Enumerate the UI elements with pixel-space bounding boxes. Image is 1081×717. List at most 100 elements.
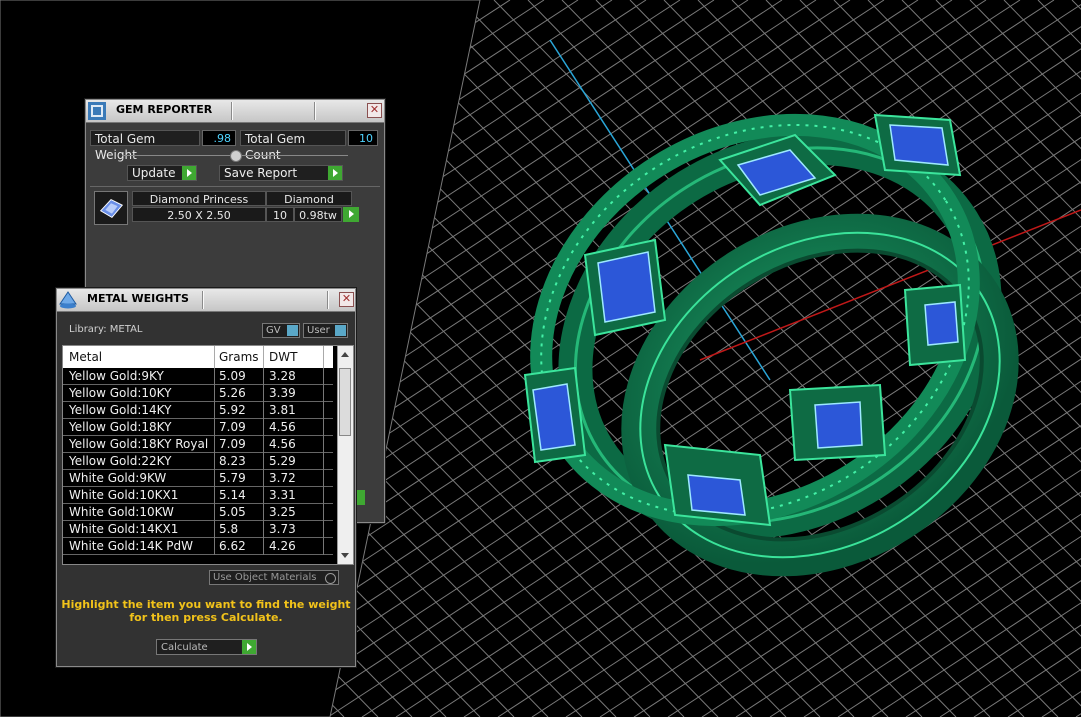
radio-icon [325,573,336,584]
gem-material-cell: Diamond [266,191,352,206]
gem-setting[interactable] [663,443,772,527]
grams-cell: 6.62 [219,539,246,553]
gem-setting[interactable] [788,383,887,462]
total-gem-weight-label: Total Gem Weight [90,130,200,162]
calculate-button[interactable]: Calculate [156,639,257,655]
grams-cell: 8.23 [219,454,246,468]
metal-name-cell: Yellow Gold:14KY [69,403,172,417]
gem-setting[interactable] [583,238,667,337]
metal-name-cell: Yellow Gold:9KY [69,369,164,383]
vertical-scrollbar[interactable] [337,346,353,564]
grams-cell: 7.09 [219,437,246,451]
play-icon [241,640,256,654]
dwt-cell: 3.73 [269,522,296,536]
metal-name-cell: White Gold:10KW [69,505,174,519]
table-row[interactable]: White Gold:10KX1 5.14 3.31 [63,487,333,504]
gem-table-divider [90,186,380,187]
gem-reporter-app-icon [88,102,106,120]
dwt-cell: 3.28 [269,369,296,383]
play-icon [349,210,354,218]
use-object-materials-toggle[interactable]: Use Object Materials [209,570,339,585]
grams-cell: 5.8 [219,522,239,536]
table-row[interactable]: Yellow Gold:10KY 5.26 3.39 [63,385,333,402]
gem-reporter-title: GEM REPORTER [116,103,213,116]
grams-cell: 5.14 [219,488,246,502]
close-icon[interactable]: ✕ [339,292,354,307]
scroll-up-icon[interactable] [341,352,349,357]
gem-count-cell: 10 [266,207,294,222]
princess-cut-gem-icon [94,191,128,225]
table-row[interactable]: Yellow Gold:18KY 7.09 4.56 [63,419,333,436]
column-header-metal[interactable]: Metal [69,350,102,364]
save-report-button-label: Save Report [224,166,298,180]
table-row[interactable]: White Gold:14K PdW 6.62 4.26 [63,538,333,555]
user-toggle[interactable]: User [303,323,348,338]
gem-setting[interactable] [903,283,967,367]
grams-cell: 5.26 [219,386,246,400]
grams-cell: 5.05 [219,505,246,519]
table-row[interactable]: White Gold:10KW 5.05 3.25 [63,504,333,521]
total-gem-weight-value: .98 [202,130,236,146]
column-header-dwt[interactable]: DWT [269,350,297,364]
close-icon[interactable]: ✕ [367,103,382,118]
toggle-indicator-icon [287,325,298,336]
dwt-cell: 4.56 [269,437,296,451]
table-row[interactable]: Yellow Gold:18KY Royal 7.09 4.56 [63,436,333,453]
grams-cell: 5.79 [219,471,246,485]
metal-weights-titlebar[interactable]: METAL WEIGHTS ✕ [57,289,355,312]
gem-shape-cell: Diamond Princess [132,191,266,206]
dwt-cell: 3.39 [269,386,296,400]
gem-weight-cell: 0.98tw [294,207,342,222]
grams-cell: 5.09 [219,369,246,383]
metal-name-cell: Yellow Gold:22KY [69,454,172,468]
gem-reporter-titlebar[interactable]: GEM REPORTER ✕ [86,100,384,123]
metal-name-cell: White Gold:14KX1 [69,522,179,536]
grams-cell: 5.92 [219,403,246,417]
update-button[interactable]: Update [127,165,197,181]
table-row[interactable]: Yellow Gold:9KY 5.09 3.28 [63,368,333,385]
dwt-cell: 4.56 [269,420,296,434]
table-row[interactable]: Yellow Gold:14KY 5.92 3.81 [63,402,333,419]
instruction-line-1: Highlight the item you want to find the … [61,598,351,611]
scroll-thumb[interactable] [339,368,351,436]
play-icon [181,166,196,180]
metal-table[interactable]: Metal Grams DWT Yellow Gold:9KY 5.09 3.28 Y… [62,345,354,565]
metal-name-cell: White Gold:10KX1 [69,488,179,502]
use-object-materials-label: Use Object Materials [213,572,317,583]
grams-cell: 7.09 [219,420,246,434]
metal-name-cell: Yellow Gold:10KY [69,386,172,400]
dwt-cell: 3.81 [269,403,296,417]
gv-toggle-label: GV [266,325,281,336]
column-header-grams[interactable]: Grams [219,350,259,364]
metal-name-cell: Yellow Gold:18KY [69,420,172,434]
gem-setting[interactable] [523,366,587,464]
gem-details-button[interactable] [343,207,359,222]
table-row[interactable]: Yellow Gold:22KY 8.23 5.29 [63,453,333,470]
metal-weights-app-icon [59,291,77,309]
dwt-cell: 4.26 [269,539,296,553]
library-label: Library: METAL [69,324,143,335]
scroll-down-icon[interactable] [341,553,349,558]
table-row[interactable]: White Gold:9KW 5.79 3.72 [63,470,333,487]
play-icon [327,166,342,180]
metal-name-cell: Yellow Gold:18KY Royal [69,437,209,451]
calculate-button-label: Calculate [161,642,208,653]
metal-name-cell: White Gold:9KW [69,471,167,485]
save-report-button[interactable]: Save Report [219,165,343,181]
toggle-indicator-icon [335,325,346,336]
gem-list-item[interactable]: Diamond Princess Diamond 2.50 X 2.50 10 … [94,191,359,225]
total-gem-count-label: Total Gem Count [240,130,346,162]
update-button-label: Update [132,166,176,180]
total-gem-count-value: 10 [348,130,378,146]
gv-toggle[interactable]: GV [262,323,300,338]
user-toggle-label: User [307,325,330,336]
dwt-cell: 3.72 [269,471,296,485]
metal-name-cell: White Gold:14K PdW [69,539,194,553]
metal-table-header: Metal Grams DWT [63,346,333,368]
table-row[interactable]: White Gold:14KX1 5.8 3.73 [63,521,333,538]
gem-size-cell: 2.50 X 2.50 [132,207,266,222]
dwt-cell: 5.29 [269,454,296,468]
gem-setting[interactable] [873,113,962,177]
metal-weights-title: METAL WEIGHTS [87,292,189,305]
collapse-toggle-icon[interactable] [230,150,242,162]
